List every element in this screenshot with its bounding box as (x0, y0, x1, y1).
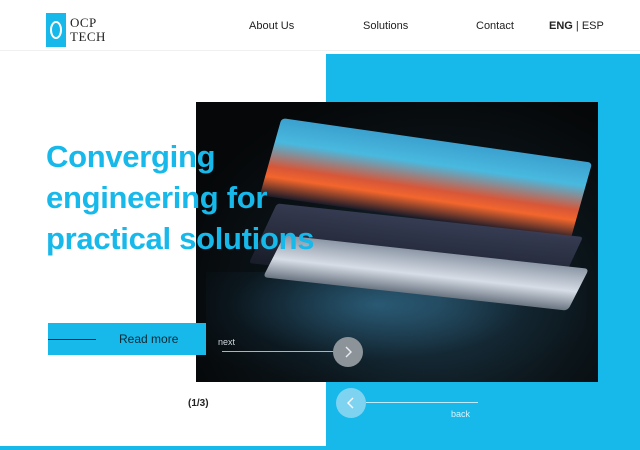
header-divider (0, 50, 640, 51)
headline-line-3: practical solutions (46, 221, 315, 256)
slide-counter: (1/3) (188, 398, 209, 409)
logo-mark-icon (46, 13, 66, 47)
read-more-rule (48, 339, 96, 340)
chevron-right-icon (345, 346, 352, 358)
chevron-left-icon (347, 397, 354, 409)
nav-solutions[interactable]: Solutions (363, 20, 408, 32)
headline-line-1: Converging (46, 139, 216, 174)
hero-headline: Converging engineering for practical sol… (46, 136, 346, 259)
site-header: OCP TECH About Us Solutions Contact ENG … (0, 0, 640, 50)
read-more-button[interactable]: Read more (48, 323, 206, 355)
nav-about-us[interactable]: About Us (249, 20, 294, 32)
logo-line-1: OCP (70, 15, 97, 30)
language-switcher: ENG | ESP (549, 20, 604, 32)
accent-block-top (326, 54, 640, 102)
read-more-label: Read more (119, 332, 179, 346)
logo-text: OCP TECH (70, 16, 106, 44)
logo-line-2: TECH (70, 29, 106, 44)
language-separator: | (572, 20, 582, 32)
accent-bottom-line (0, 446, 326, 450)
next-progress-line (222, 351, 336, 352)
language-esp[interactable]: ESP (582, 20, 604, 32)
next-slide-button[interactable] (333, 337, 363, 367)
language-eng[interactable]: ENG (549, 20, 573, 32)
next-label: next (218, 337, 236, 347)
back-progress-line (366, 402, 478, 403)
accent-block-bottom (326, 382, 640, 450)
previous-slide-button[interactable] (336, 388, 366, 418)
accent-block-right (598, 54, 640, 384)
headline-line-2: engineering for (46, 180, 268, 215)
back-label: back (451, 409, 471, 419)
brand-logo[interactable]: OCP TECH (46, 13, 106, 47)
nav-contact[interactable]: Contact (476, 20, 514, 32)
